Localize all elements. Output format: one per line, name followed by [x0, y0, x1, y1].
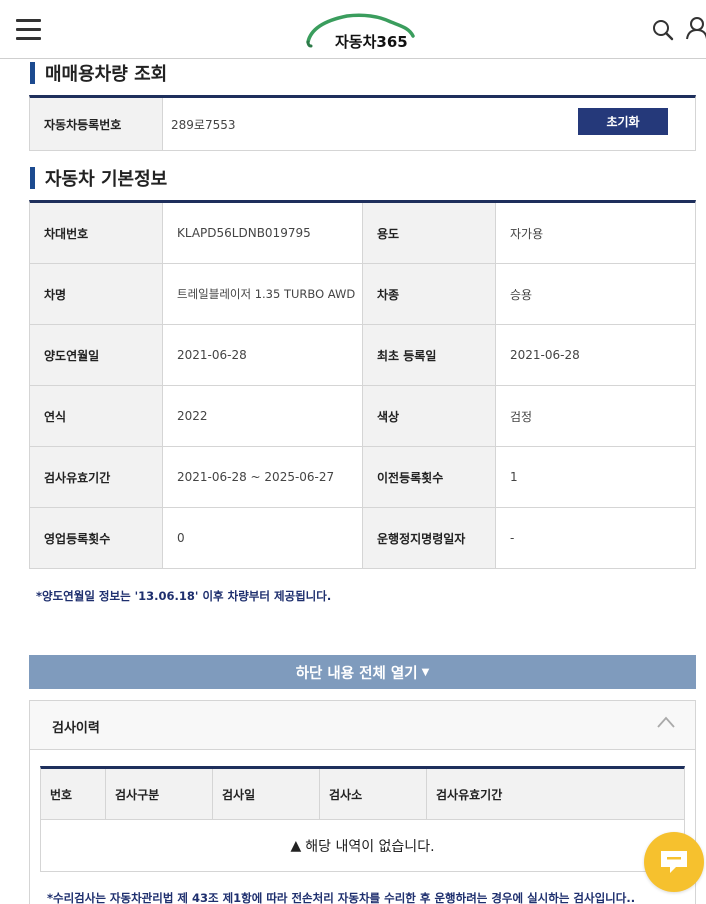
column-header: 검사일: [213, 769, 320, 819]
info-label: 색상: [363, 386, 496, 446]
table-row: 차대번호 KLAPD56LDNB019795 용도 자가용: [30, 203, 695, 264]
table-row: 검사유효기간 2021-06-28 ~ 2025-06-27 이전등록횟수 1: [30, 447, 695, 508]
column-header: 검사유효기간: [427, 769, 684, 819]
lookup-title: 매매용차량 조회: [45, 64, 168, 85]
empty-result-text: 해당 내역이 없습니다.: [305, 838, 435, 855]
info-label: 차대번호: [30, 203, 163, 263]
warning-icon: ▲: [290, 837, 302, 854]
info-label: 최초 등록일: [363, 325, 496, 385]
table-row: 양도연월일 2021-06-28 최초 등록일 2021-06-28: [30, 325, 695, 386]
inspection-history-title: 검사이력: [52, 721, 100, 736]
title-accent-bar: [30, 62, 35, 84]
info-value: 2021-06-28: [496, 325, 695, 385]
info-label: 차명: [30, 264, 163, 324]
expand-all-button[interactable]: 하단 내용 전체 열기 ▼: [29, 655, 696, 689]
info-label: 이전등록횟수: [363, 447, 496, 507]
info-label: 차종: [363, 264, 496, 324]
info-value: 승용: [496, 264, 695, 324]
lookup-section-title: 매매용차량 조회: [30, 61, 167, 85]
column-header: 번호: [41, 769, 106, 819]
top-header: 자동차365: [0, 0, 706, 59]
basic-info-table: 차대번호 KLAPD56LDNB019795 용도 자가용 차명 트레일블레이저…: [29, 200, 696, 569]
info-value: 2022: [163, 386, 363, 446]
inspection-history-header[interactable]: 검사이력: [30, 701, 695, 750]
title-accent-bar: [30, 167, 35, 189]
repair-inspection-note: *수리검사는 자동차관리법 제 43조 제1항에 따라 전손처리 자동차를 수리…: [47, 891, 636, 904]
table-row: 연식 2022 색상 검정: [30, 386, 695, 447]
info-value: 트레일블레이저 1.35 TURBO AWD: [163, 264, 363, 324]
info-label: 검사유효기간: [30, 447, 163, 507]
info-label: 용도: [363, 203, 496, 263]
info-value: 2021-06-28: [163, 325, 363, 385]
info-label: 운행정지명령일자: [363, 508, 496, 568]
info-value: 검정: [496, 386, 695, 446]
table-row: 영업등록횟수 0 운행정지명령일자 -: [30, 508, 695, 569]
info-label: 양도연월일: [30, 325, 163, 385]
reg-number-label: 자동차등록번호: [30, 98, 163, 150]
empty-result-row: ▲ 해당 내역이 없습니다.: [41, 820, 684, 871]
info-value: 1: [496, 447, 695, 507]
column-header: 검사구분: [106, 769, 213, 819]
user-icon[interactable]: [686, 16, 706, 40]
info-value: 자가용: [496, 203, 695, 263]
column-header: 검사소: [320, 769, 427, 819]
info-value: 0: [163, 508, 363, 568]
transfer-date-note: *양도연월일 정보는 '13.06.18' 이후 차량부터 제공됩니다.: [36, 589, 332, 603]
info-value: 2021-06-28 ~ 2025-06-27: [163, 447, 363, 507]
search-icon[interactable]: [651, 18, 675, 42]
info-label: 영업등록횟수: [30, 508, 163, 568]
basic-info-title: 자동차 기본정보: [45, 169, 168, 190]
caret-down-icon: ▼: [421, 666, 430, 678]
chat-button[interactable]: [644, 832, 704, 892]
inspection-history-table: 번호 검사구분 검사일 검사소 검사유효기간 ▲ 해당 내역이 없습니다.: [40, 766, 685, 872]
chat-bubble-icon: [661, 851, 687, 873]
basic-info-section-title: 자동차 기본정보: [30, 166, 167, 190]
logo-text: 자동차365: [335, 33, 408, 51]
hamburger-menu-icon[interactable]: [16, 19, 41, 40]
table-row: 차명 트레일블레이저 1.35 TURBO AWD 차종 승용: [30, 264, 695, 325]
info-value: -: [496, 508, 695, 568]
info-label: 연식: [30, 386, 163, 446]
info-value: KLAPD56LDNB019795: [163, 203, 363, 263]
site-logo[interactable]: 자동차365: [305, 12, 417, 52]
reset-button[interactable]: 초기화: [578, 108, 668, 135]
expand-all-label: 하단 내용 전체 열기: [295, 665, 418, 682]
table-header-row: 번호 검사구분 검사일 검사소 검사유효기간: [41, 769, 684, 820]
chevron-up-icon[interactable]: [657, 715, 675, 729]
